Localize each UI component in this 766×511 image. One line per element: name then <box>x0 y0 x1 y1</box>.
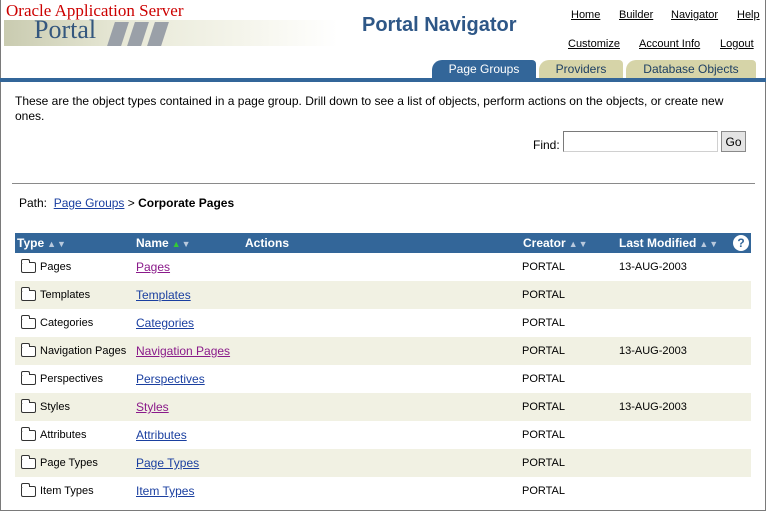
divider <box>12 183 755 184</box>
type-cell: Perspectives <box>40 373 103 385</box>
name-link[interactable]: Perspectives <box>136 365 205 393</box>
creator-cell: PORTAL <box>522 317 565 329</box>
link-account-info[interactable]: Account Info <box>639 38 700 50</box>
page-title: Portal Navigator <box>362 14 517 36</box>
name-link[interactable]: Item Types <box>136 477 194 505</box>
breadcrumb: Path: Page Groups > Corporate Pages <box>19 196 234 210</box>
breadcrumb-current: Corporate Pages <box>138 196 235 210</box>
find-label: Find: <box>533 138 560 152</box>
object-types-table: Type ▲▼ Name ▲▼ Actions Creator ▲▼ Last Mod… <box>15 233 751 505</box>
name-link[interactable]: Styles <box>136 393 169 421</box>
folder-icon <box>21 315 36 329</box>
table-row: Templates Templates PORTAL <box>15 281 751 309</box>
table-header: Type ▲▼ Name ▲▼ Actions Creator ▲▼ Last Mod… <box>15 233 751 253</box>
tab-page-groups[interactable]: Page Groups <box>432 60 536 78</box>
name-link[interactable]: Templates <box>136 281 191 309</box>
sort-arrows-icon[interactable]: ▲▼ <box>569 239 589 249</box>
sort-arrows-icon[interactable]: ▲▼ <box>172 239 192 249</box>
tab-bar-rule <box>0 78 766 82</box>
last-modified-cell: 13-AUG-2003 <box>619 401 687 413</box>
name-link[interactable]: Categories <box>136 309 194 337</box>
type-cell: Styles <box>40 401 70 413</box>
breadcrumb-label: Path: <box>19 196 48 210</box>
table-row: Pages Pages PORTAL 13-AUG-2003 <box>15 253 751 281</box>
table-row: Item Types Item Types PORTAL <box>15 477 751 505</box>
type-cell: Pages <box>40 261 72 273</box>
intro-text: These are the object types contained in … <box>15 94 724 123</box>
column-header-name[interactable]: Name ▲▼ <box>136 233 192 253</box>
folder-icon <box>21 343 36 357</box>
logo-graphic <box>107 22 169 46</box>
type-cell: Templates <box>40 289 91 301</box>
table-row: Categories Categories PORTAL <box>15 309 751 337</box>
link-help[interactable]: Help <box>737 9 760 21</box>
tab-database-objects[interactable]: Database Objects <box>626 60 756 78</box>
creator-cell: PORTAL <box>522 373 565 385</box>
folder-icon <box>21 287 36 301</box>
folder-icon <box>21 427 36 441</box>
help-icon[interactable]: ? <box>733 235 749 251</box>
sort-arrows-icon[interactable]: ▲▼ <box>47 239 67 249</box>
type-cell: Page Types <box>40 457 98 469</box>
table-row: Page Types Page Types PORTAL <box>15 449 751 477</box>
type-cell: Navigation Pages <box>40 345 127 357</box>
table-row: Styles Styles PORTAL 13-AUG-2003 <box>15 393 751 421</box>
type-cell: Categories <box>40 317 94 329</box>
breadcrumb-link-page-groups[interactable]: Page Groups <box>54 196 125 210</box>
tab-providers[interactable]: Providers <box>539 60 623 78</box>
type-cell: Item Types <box>40 485 94 497</box>
table-row: Attributes Attributes PORTAL <box>15 421 751 449</box>
folder-icon <box>21 455 36 469</box>
brand-portal-text: Portal <box>34 15 97 44</box>
column-header-actions: Actions <box>245 236 290 250</box>
portal-logo: Oracle Application Server Portal <box>4 0 344 50</box>
name-link[interactable]: Pages <box>136 253 170 281</box>
table-row: Perspectives Perspectives PORTAL <box>15 365 751 393</box>
go-button[interactable]: Go <box>721 131 746 152</box>
sort-arrows-icon[interactable]: ▲▼ <box>699 239 719 249</box>
folder-icon <box>21 483 36 497</box>
link-home[interactable]: Home <box>571 9 600 21</box>
column-header-creator[interactable]: Creator ▲▼ <box>523 233 589 253</box>
folder-icon <box>21 371 36 385</box>
creator-cell: PORTAL <box>522 289 565 301</box>
name-link[interactable]: Page Types <box>136 449 199 477</box>
table-body: Pages Pages PORTAL 13-AUG-2003 Templates Temp… <box>15 253 751 505</box>
creator-cell: PORTAL <box>522 401 565 413</box>
creator-cell: PORTAL <box>522 345 565 357</box>
breadcrumb-separator: > <box>127 196 135 210</box>
column-header-type[interactable]: Type ▲▼ <box>17 233 67 253</box>
table-row: Navigation Pages Navigation Pages PORTAL 13… <box>15 337 751 365</box>
name-link[interactable]: Attributes <box>136 421 187 449</box>
link-navigator[interactable]: Navigator <box>671 9 718 21</box>
creator-cell: PORTAL <box>522 261 565 273</box>
name-link[interactable]: Navigation Pages <box>136 337 230 365</box>
creator-cell: PORTAL <box>522 457 565 469</box>
creator-cell: PORTAL <box>522 485 565 497</box>
creator-cell: PORTAL <box>522 429 565 441</box>
find-input[interactable] <box>563 131 718 152</box>
link-builder[interactable]: Builder <box>619 9 653 21</box>
column-header-last-modified[interactable]: Last Modified ▲▼ <box>619 233 719 253</box>
folder-icon <box>21 399 36 413</box>
last-modified-cell: 13-AUG-2003 <box>619 345 687 357</box>
folder-icon <box>21 259 36 273</box>
link-logout[interactable]: Logout <box>720 38 754 50</box>
last-modified-cell: 13-AUG-2003 <box>619 261 687 273</box>
type-cell: Attributes <box>40 429 87 441</box>
link-customize[interactable]: Customize <box>568 38 620 50</box>
